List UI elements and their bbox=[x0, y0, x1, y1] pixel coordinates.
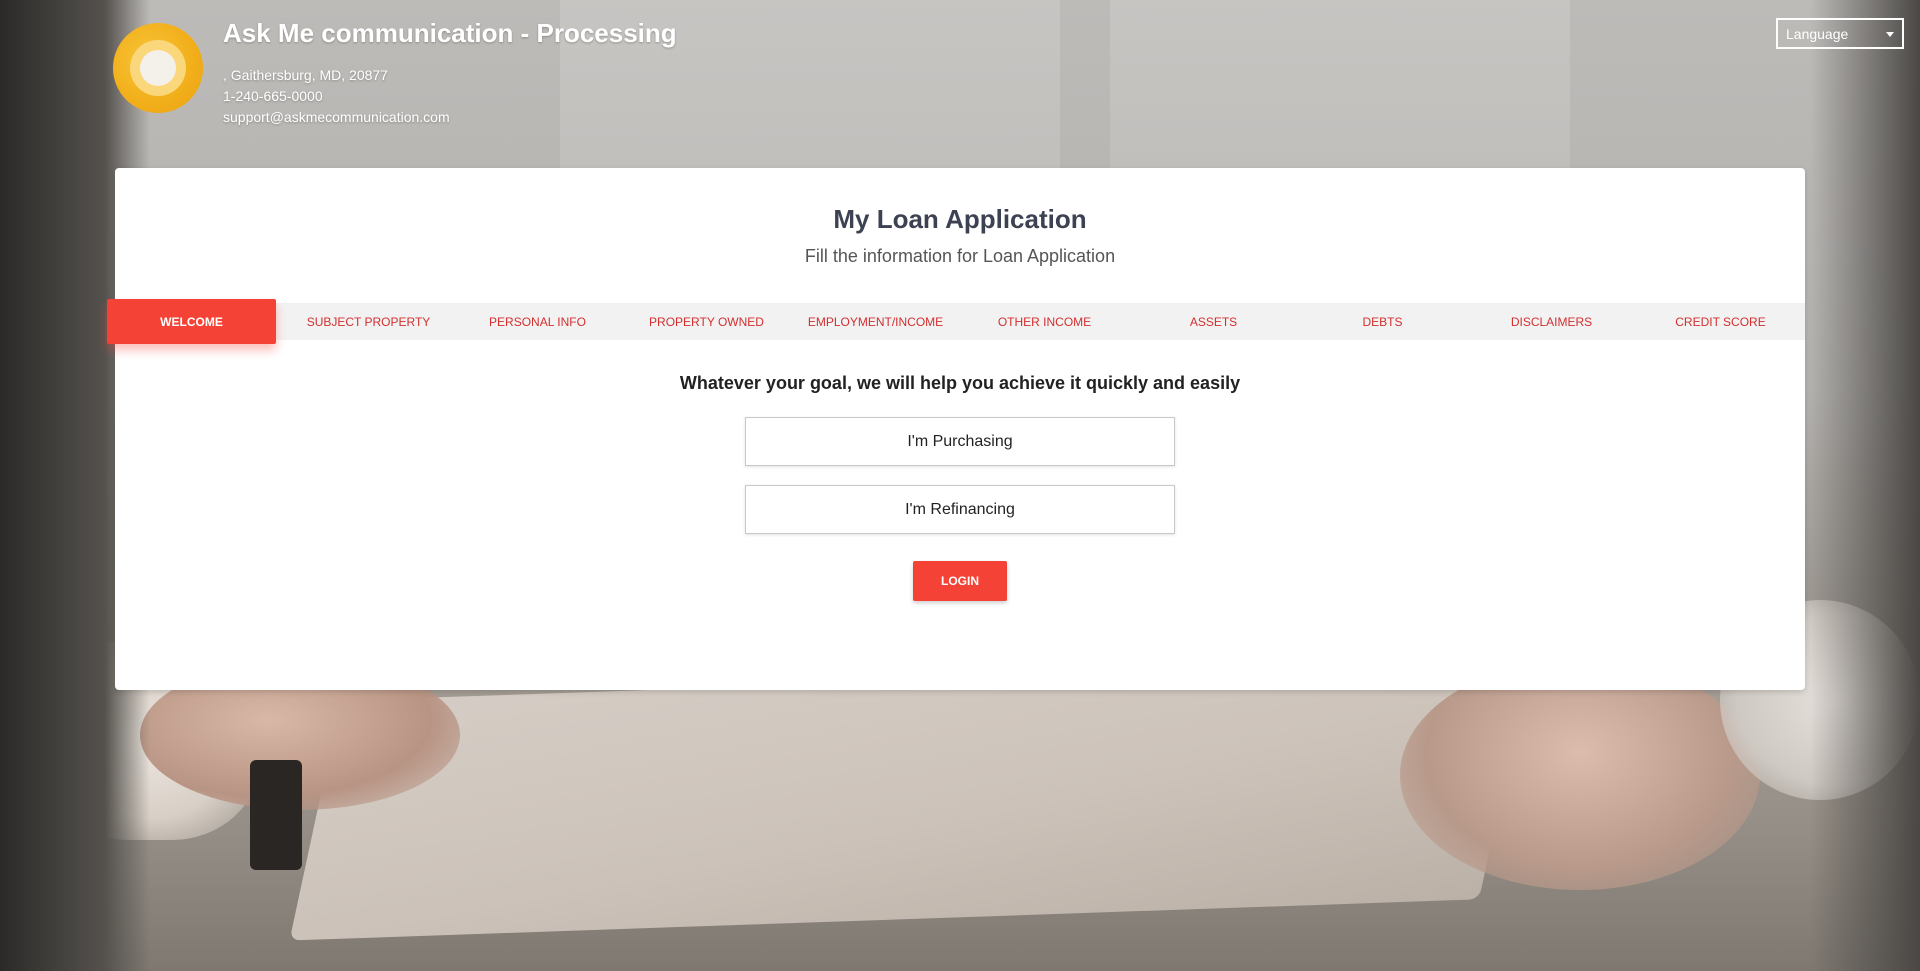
company-address: , Gaithersburg, MD, 20877 bbox=[223, 67, 388, 83]
page-header: Ask Me communication - Processing , Gait… bbox=[0, 0, 1920, 160]
goal-heading: Whatever your goal, we will help you ach… bbox=[679, 373, 1241, 393]
tab-other-income[interactable]: OTHER INCOME bbox=[960, 303, 1129, 340]
tab-subject-property[interactable]: SUBJECT PROPERTY bbox=[284, 303, 453, 340]
page-title: My Loan Application bbox=[833, 204, 1087, 234]
language-select-label: Language bbox=[1786, 25, 1849, 42]
refinancing-button[interactable]: I'm Refinancing bbox=[745, 485, 1175, 534]
company-phone: 1-240-665-0000 bbox=[223, 88, 323, 104]
tab-debts[interactable]: DEBTS bbox=[1298, 303, 1467, 340]
contact-info: , Gaithersburg, MD, 20877 1-240-665-0000… bbox=[223, 65, 450, 128]
language-select[interactable]: Language bbox=[1776, 18, 1904, 49]
chevron-down-icon bbox=[1886, 32, 1894, 37]
application-tabs: SUBJECT PROPERTY PERSONAL INFO PROPERTY … bbox=[107, 299, 1805, 344]
login-button[interactable]: LOGIN bbox=[913, 561, 1007, 601]
tab-disclaimers[interactable]: DISCLAIMERS bbox=[1467, 303, 1636, 340]
purchasing-button[interactable]: I'm Purchasing bbox=[745, 417, 1175, 466]
logo-circle-icon bbox=[113, 23, 203, 113]
tab-credit-score[interactable]: CREDIT SCORE bbox=[1636, 303, 1805, 340]
tab-welcome-active[interactable]: WELCOME bbox=[107, 299, 276, 344]
page-subtitle: Fill the information for Loan Applicatio… bbox=[804, 246, 1116, 266]
tab-employment-income[interactable]: EMPLOYMENT/INCOME bbox=[791, 303, 960, 340]
tab-property-owned[interactable]: PROPERTY OWNED bbox=[622, 303, 791, 340]
company-email: support@askmecommunication.com bbox=[223, 109, 450, 125]
tab-personal-info[interactable]: PERSONAL INFO bbox=[453, 303, 622, 340]
loan-application-card: My Loan Application Fill the information… bbox=[107, 168, 1805, 690]
company-name: Ask Me communication - Processing bbox=[223, 18, 677, 48]
tab-assets[interactable]: ASSETS bbox=[1129, 303, 1298, 340]
